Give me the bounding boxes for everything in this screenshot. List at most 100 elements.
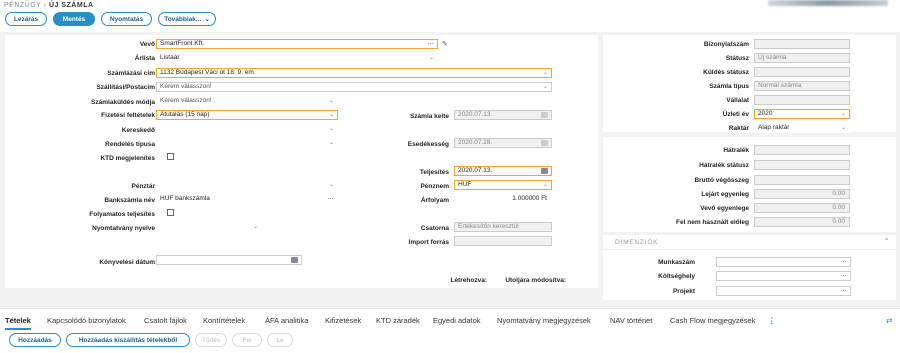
more-button[interactable]: Továbbiak... ⌄ [158, 12, 216, 26]
doc-number-label: Bizonylatszám [703, 41, 749, 48]
lookup-icon[interactable]: … [840, 258, 847, 265]
bank-account-value: HUF bankszámla [160, 195, 210, 202]
chevron-down-icon: ⌄ [840, 111, 846, 117]
worknumber-field[interactable]: … [716, 257, 851, 267]
items-toolbar: Hozzáadás Hozzáadás kiszállítás tételekb… [0, 330, 900, 353]
tab-items[interactable]: Tételek [5, 316, 31, 330]
chevron-down-icon: ⌄ [328, 98, 334, 104]
chevron-down-icon: ⌄ [252, 224, 258, 230]
calendar-icon[interactable] [541, 168, 548, 174]
ktd-checkbox[interactable] [167, 153, 174, 160]
tab-ktd-clause[interactable]: KTD záradék [376, 316, 420, 325]
project-field[interactable]: … [716, 286, 851, 296]
lookup-icon[interactable]: … [427, 40, 434, 47]
print-language-select[interactable]: ⌄ [156, 222, 262, 232]
edit-icon[interactable]: ✎ [442, 40, 448, 48]
more-tabs-icon[interactable]: ⋮ [768, 316, 776, 325]
add-button[interactable]: Hozzáadás [9, 333, 61, 347]
import-field [454, 236, 552, 246]
send-method-value: Kérem válasszon! [160, 97, 212, 104]
lookup-icon[interactable]: … [840, 272, 847, 279]
lookup-icon[interactable]: … [327, 195, 334, 202]
collapse-icon[interactable]: ⌃ [883, 237, 890, 246]
project-label: Projekt [672, 288, 695, 295]
fulfillment-label: Teljesítés [419, 169, 449, 176]
unused-advance-label: Fel nem használt előleg [676, 219, 749, 226]
swap-icon[interactable]: ⇄ [886, 316, 892, 325]
arrears-panel: Hátralék Hátralék státusz Bruttó végössz… [603, 137, 896, 232]
currency-label: Pénznem [420, 183, 449, 190]
business-year-select[interactable]: 2020 ⌄ [754, 109, 850, 119]
currency-value: HUF [458, 181, 472, 188]
billing-address-select[interactable]: 1132 Budapest Váci út 18. 9. em. ⌄ [156, 68, 552, 78]
channel-field: Értékesítőn keresztül [454, 222, 552, 232]
move-down-button[interactable]: Le [267, 333, 293, 347]
tab-attachments[interactable]: Csatolt fájlok [144, 316, 187, 325]
page-title: ÚJ SZÁMLA [48, 2, 94, 9]
calendar-icon [541, 112, 548, 118]
delete-button[interactable]: Törlés [195, 333, 227, 347]
tab-custom-data[interactable]: Egyedi adatok [433, 316, 481, 325]
booking-date-label: Könyvelési dátum [99, 259, 155, 266]
print-button[interactable]: Nyomtatás [101, 12, 152, 26]
rate-field[interactable]: 1.000000 Ft [454, 194, 552, 204]
dealer-label: Kereskedő [121, 127, 155, 134]
add-from-delivery-button[interactable]: Hozzáadás kiszállítás tételekből [66, 333, 190, 347]
buyer-field[interactable]: SmartFront Kft. … [156, 39, 438, 49]
shipping-address-label: Szállítási/Postacím [96, 84, 155, 91]
order-type-label: Rendelés típusa [105, 141, 155, 148]
tab-accounting[interactable]: Kontírtételek [203, 316, 245, 325]
shipping-address-select[interactable]: Kérem válasszon! ⌄ [156, 82, 552, 92]
bank-account-label: Bankszámla név [104, 197, 155, 204]
tab-related-docs[interactable]: Kapcsolódó bizonylatok [47, 316, 126, 325]
chevron-down-icon: ⌄ [542, 182, 548, 188]
tab-vat-analytics[interactable]: ÁFA analitika [265, 316, 308, 325]
unused-advance-field: 0.00 [754, 217, 850, 227]
chevron-down-icon: ⌄ [542, 70, 548, 76]
bank-account-field[interactable]: HUF bankszámla … [156, 194, 338, 204]
tab-payments[interactable]: Kifizetések [325, 316, 361, 325]
tab-nav-history[interactable]: NAV történet [610, 316, 652, 325]
business-year-value: 2020 [758, 110, 773, 117]
buyer-value: SmartFront Kft. [160, 40, 205, 47]
save-button[interactable]: Mentés [53, 12, 95, 26]
print-language-label: Nyomtatvány nyelve [92, 225, 155, 232]
arrears-status-label: Hátralék státusz [699, 162, 749, 169]
calendar-icon[interactable] [291, 257, 298, 263]
tab-print-notes[interactable]: Nyomtatvány megjegyzések [497, 316, 591, 325]
business-year-label: Üzleti év [722, 111, 749, 118]
order-type-select[interactable]: ⌄ [156, 138, 338, 148]
arrears-field [754, 145, 850, 155]
cashdesk-select[interactable]: ⌄ [156, 180, 338, 190]
cashdesk-label: Pénztár [131, 183, 155, 190]
warehouse-select[interactable]: Alap raktár ⌄ [754, 123, 850, 133]
lookup-icon[interactable]: … [840, 287, 847, 294]
worknumber-label: Munkaszám [658, 259, 695, 266]
send-status-label: Küldés státusz [703, 69, 749, 76]
send-status-field [754, 67, 850, 77]
continuous-checkbox[interactable] [167, 209, 174, 216]
move-up-button[interactable]: Fel [232, 333, 262, 347]
costcenter-label: Költséghely [658, 273, 695, 280]
chevron-down-icon: ⌄ [328, 112, 334, 118]
invoice-date-value: 2020.07.13. [458, 111, 493, 118]
chevron-down-icon: ⌄ [328, 126, 334, 132]
tab-cashflow-notes[interactable]: Cash Flow megjegyzések [670, 316, 755, 325]
shipping-address-value: Kérem válasszon! [160, 83, 212, 90]
pricelist-select[interactable]: Listaár ⌄ [156, 53, 438, 63]
send-method-select[interactable]: Kérem válasszon! ⌄ [156, 96, 338, 106]
gross-total-label: Bruttó végösszeg [694, 177, 749, 184]
payment-terms-select[interactable]: Átutalás (15 nap) ⌄ [156, 110, 338, 120]
info-panel: Bizonylatszám Státusz Új számla Küldés s… [603, 35, 896, 133]
gross-total-field [754, 175, 850, 185]
breadcrumb-section[interactable]: PÉNZÜGY [4, 2, 41, 9]
fulfillment-field[interactable]: 2020.07.13. [454, 166, 552, 176]
dimensions-panel: DIMENZIÓK ⌃ Munkaszám … Költséghely … Pr… [603, 235, 896, 300]
main-form-panel: Vevő SmartFront Kft. … ✎ Árlista Listaár ⌄… [5, 35, 598, 288]
payment-terms-value: Átutalás (15 nap) [160, 111, 210, 118]
booking-date-field[interactable] [156, 255, 302, 265]
currency-select[interactable]: HUF ⌄ [454, 180, 552, 190]
close-button[interactable]: Lezárás [5, 12, 47, 26]
costcenter-field[interactable]: … [716, 271, 851, 281]
dealer-select[interactable]: ⌄ [156, 124, 338, 134]
